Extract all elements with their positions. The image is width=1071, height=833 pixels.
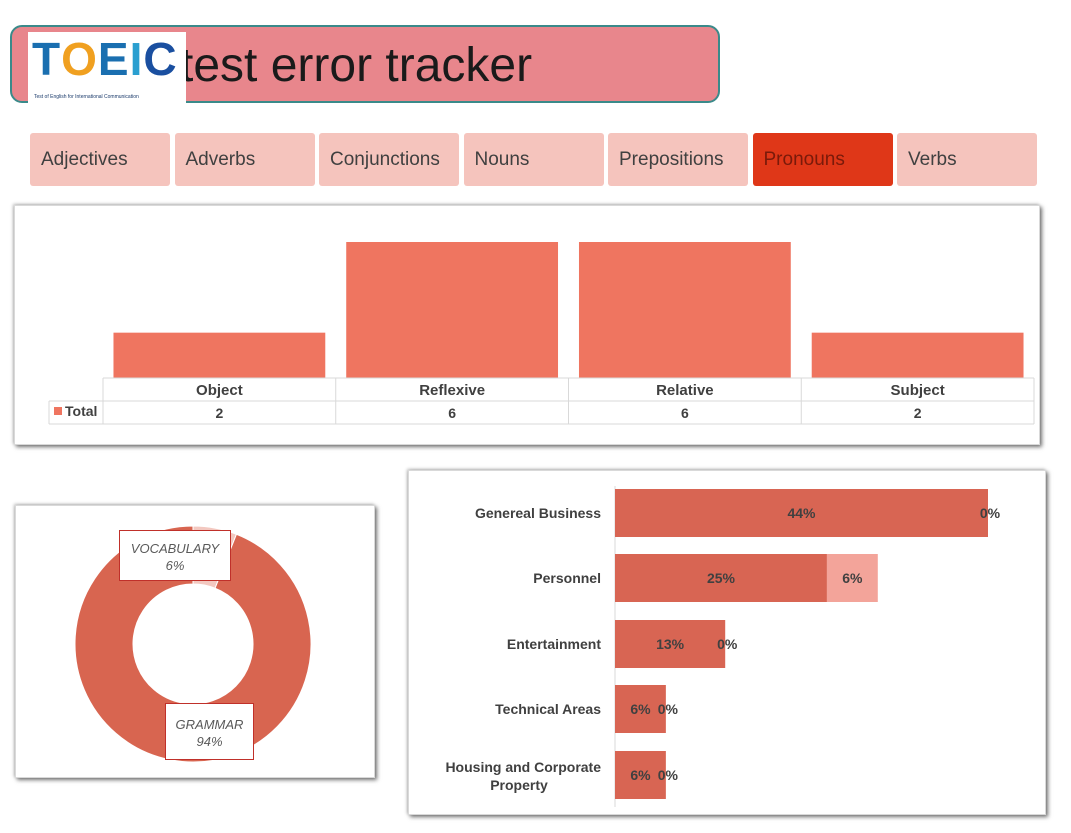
page-title: test error tracker [180, 39, 533, 92]
donut-label-value: 6% [165, 558, 185, 573]
slicer-item-adjectives[interactable]: Adjectives [30, 133, 170, 186]
topic-bar-chart: 44% 0% Genereal Business 25% 6% Personnel 13% 0… [445, 486, 1001, 807]
category-label: Property [490, 777, 548, 793]
pronoun-column-chart: Object 2 Reflexive 6 Relative 6 Subject 2 Total [48, 242, 1035, 425]
slicer-item-conjunctions[interactable]: Conjunctions [319, 133, 459, 186]
slicer-item-pronouns[interactable]: Pronouns [752, 133, 893, 186]
slicer-item-adverbs[interactable]: Adverbs [174, 133, 315, 186]
donut-label-value: 94% [196, 734, 223, 749]
category-label: Personnel [533, 570, 601, 586]
logo-letter: I [129, 33, 144, 85]
bar-data-label: 0% [658, 767, 679, 783]
bar-relative [578, 242, 791, 378]
logo-letter: O [61, 33, 98, 85]
bar-data-label: 6% [842, 570, 863, 586]
bar-data-label: 0% [658, 701, 679, 717]
donut-label-vocabulary: VOCABULARY 6% [119, 530, 231, 581]
table-category-label: Subject [891, 382, 945, 399]
category-label: Technical Areas [495, 701, 601, 717]
bar-data-label: 0% [717, 636, 738, 652]
logo-letter: E [97, 33, 130, 85]
slicer-item-nouns[interactable]: Nouns [463, 133, 604, 186]
legend-label-total: Total [65, 403, 97, 419]
donut-label-name: VOCABULARY [130, 541, 220, 556]
table-category-label: Reflexive [419, 382, 485, 399]
table-value-label: 6 [681, 405, 689, 421]
slicer-item-verbs[interactable]: Verbs [897, 133, 1037, 186]
bar-reflexive [346, 242, 559, 378]
slicer-item-prepositions[interactable]: Prepositions [608, 133, 748, 186]
category-label: Genereal Business [475, 505, 601, 521]
bar-data-label: 44% [787, 505, 816, 521]
donut-label-grammar: GRAMMAR 94% [165, 703, 254, 760]
table-category-label: Object [196, 382, 243, 399]
logo-letters: TOEIC [32, 34, 178, 84]
legend-key [54, 407, 62, 415]
bar-data-label: 13% [656, 636, 685, 652]
category-label: Housing and Corporate [445, 759, 601, 775]
table-value-label: 2 [914, 405, 922, 421]
bar-data-label: 25% [707, 570, 736, 586]
bar-data-label: 6% [630, 701, 651, 717]
pronoun-chart-panel: Object 2 Reflexive 6 Relative 6 Subject 2 Total [14, 205, 1040, 445]
logo-letter: C [143, 33, 178, 85]
logo-tagline: Test of English for International Commun… [34, 94, 139, 100]
donut-label-name: GRAMMAR [175, 717, 244, 732]
bar-object [113, 332, 326, 378]
table-value-label: 2 [215, 405, 223, 421]
bar-subject [811, 332, 1024, 378]
skill-donut-panel: VOCABULARY 6% GRAMMAR 94% [15, 505, 375, 778]
table-category-label: Relative [656, 382, 714, 399]
category-label: Entertainment [507, 636, 601, 652]
bar-data-label: 6% [630, 767, 651, 783]
toeic-logo: TOEIC Test of English for International … [28, 32, 186, 104]
topic-bar-panel: 44% 0% Genereal Business 25% 6% Personnel 13% 0… [408, 470, 1046, 815]
logo-letter: T [32, 33, 62, 85]
table-value-label: 6 [448, 405, 456, 421]
bar-data-label: 0% [980, 505, 1001, 521]
